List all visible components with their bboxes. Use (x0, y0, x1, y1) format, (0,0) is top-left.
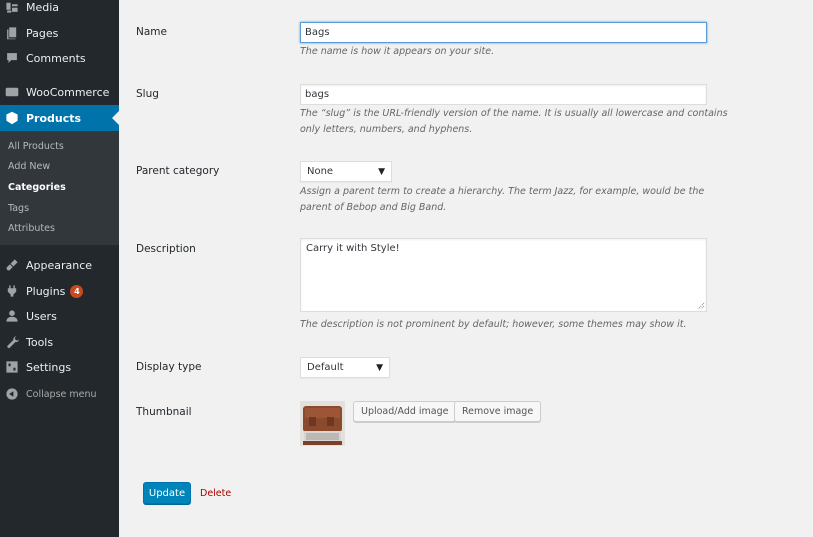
sidebar-item-settings[interactable]: Settings (0, 354, 119, 380)
slug-description: The “slug” is the URL-friendly version o… (300, 108, 728, 135)
description-help: The description is not prominent by defa… (300, 319, 687, 330)
display-type-select[interactable]: Default ▼ (300, 357, 390, 378)
name-input[interactable] (300, 22, 707, 43)
parent-category-description: Assign a parent term to create a hierarc… (300, 186, 705, 213)
dropdown-arrow-icon: ▼ (378, 166, 385, 177)
thumbnail-label: Thumbnail (136, 406, 192, 418)
parent-category-select[interactable]: None ▼ (300, 161, 392, 182)
bag-image-icon (300, 401, 345, 446)
thumbnail-image (300, 401, 345, 446)
sidebar-item-plugins[interactable]: Plugins 4 (0, 278, 119, 304)
submenu-item-tags[interactable]: Tags (8, 203, 29, 214)
submenu-item-add-new[interactable]: Add New (8, 161, 50, 172)
resize-grip-icon[interactable] (697, 302, 705, 310)
sidebar-item-label: Comments (26, 51, 86, 65)
admin-sidebar: Media Pages Comments WooCommerce Product… (0, 0, 119, 537)
upload-image-button[interactable]: Upload/Add image (353, 401, 457, 422)
collapse-menu-button[interactable]: Collapse menu (0, 381, 119, 407)
sidebar-item-label: Media (26, 0, 60, 14)
tools-icon (5, 335, 19, 349)
sidebar-item-pages[interactable]: Pages (0, 20, 119, 46)
comments-icon (5, 51, 19, 65)
sidebar-item-label: WooCommerce (26, 85, 110, 99)
sidebar-item-users[interactable]: Users (0, 303, 119, 329)
remove-image-button[interactable]: Remove image (454, 401, 542, 422)
collapse-icon (5, 387, 19, 401)
sidebar-item-label: Tools (26, 335, 54, 349)
update-button[interactable]: Update (143, 482, 191, 504)
collapse-menu-label: Collapse menu (26, 388, 97, 400)
sidebar-item-comments[interactable]: Comments (0, 45, 119, 71)
submenu-item-all-products[interactable]: All Products (8, 141, 64, 152)
parent-category-label: Parent category (136, 165, 220, 177)
sidebar-item-woocommerce[interactable]: WooCommerce (0, 79, 119, 105)
name-description: The name is how it appears on your site. (300, 46, 495, 57)
pages-icon (5, 26, 19, 40)
settings-icon (5, 360, 19, 374)
description-text: Carry it with Style! (306, 243, 400, 254)
slug-label: Slug (136, 88, 159, 100)
description-textarea[interactable]: Carry it with Style! (300, 238, 707, 312)
plugins-update-badge: 4 (70, 284, 84, 298)
sidebar-item-label: Users (26, 309, 57, 323)
sidebar-item-appearance[interactable]: Appearance (0, 252, 119, 278)
sidebar-item-label: Pages (26, 26, 59, 40)
sidebar-item-label: Plugins (26, 284, 66, 298)
sidebar-item-label: Appearance (26, 258, 93, 272)
users-icon (5, 309, 19, 323)
dropdown-arrow-icon: ▼ (376, 362, 383, 373)
media-icon (5, 0, 19, 14)
name-label: Name (136, 26, 167, 38)
sidebar-item-label: Products (26, 111, 82, 125)
display-type-selected: Default (307, 362, 344, 373)
products-icon (5, 111, 19, 125)
sidebar-item-products[interactable]: Products (0, 105, 119, 131)
description-label: Description (136, 243, 196, 255)
sidebar-item-label: Settings (26, 360, 72, 374)
woocommerce-icon (5, 85, 19, 99)
submenu-item-attributes[interactable]: Attributes (8, 223, 55, 234)
submenu-item-categories[interactable]: Categories (8, 182, 66, 193)
appearance-icon (5, 258, 19, 272)
products-submenu: All Products Add New Categories Tags Att… (0, 131, 119, 245)
sidebar-item-tools[interactable]: Tools (0, 329, 119, 355)
delete-link[interactable]: Delete (200, 488, 231, 499)
sidebar-item-media[interactable]: Media (0, 0, 119, 20)
plugins-icon (5, 284, 19, 298)
slug-input[interactable] (300, 84, 707, 105)
parent-category-selected: None (307, 166, 334, 177)
display-type-label: Display type (136, 361, 202, 373)
